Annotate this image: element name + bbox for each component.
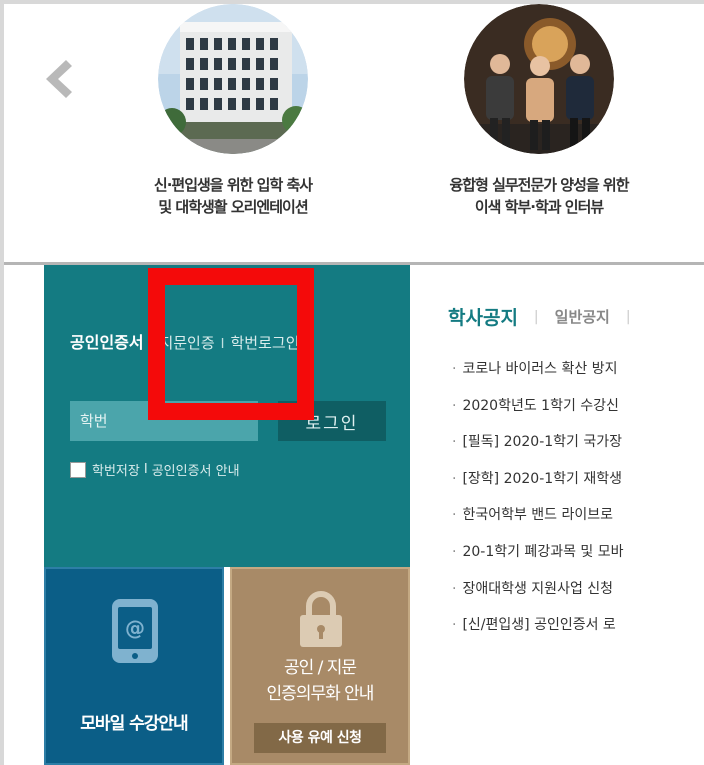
list-item[interactable]: · 장애대학생 지원사업 신청: [452, 578, 704, 615]
tab-academic-notice[interactable]: 학사공지: [448, 303, 518, 330]
save-id-checkbox[interactable]: [70, 461, 86, 478]
tab-general-notice[interactable]: 일반공지: [555, 306, 610, 327]
mobile-registration-tile[interactable]: @ 모바일 수강안내: [44, 567, 224, 765]
interview-people-photo: [464, 4, 614, 154]
slide-caption-line2: 이색 학부·학과 인터뷰: [474, 198, 604, 216]
carousel-prev-button[interactable]: [40, 56, 74, 102]
list-item[interactable]: · 한국어학부 밴드 라이브로: [452, 504, 704, 541]
tab-certificate-login[interactable]: 공인인증서: [70, 333, 144, 352]
svg-text:@: @: [125, 616, 145, 640]
link-separator: I: [143, 462, 148, 477]
tab-separator: |: [533, 308, 539, 325]
slide-caption-line2: 및 대학생활 오리엔테이션: [158, 198, 308, 216]
certificate-notice-tile[interactable]: 공인 / 지문 인증의무화 안내 사용 유예 신청: [230, 567, 410, 765]
notice-list: · 코로나 바이러스 확산 방지 · 2020학년도 1학기 수강신 · [필독] 2…: [452, 358, 704, 651]
list-item[interactable]: · 2020학년도 1학기 수강신: [452, 395, 704, 432]
list-item[interactable]: · [장학] 2020-1학기 재학생: [452, 468, 704, 505]
slide-caption-line1: 신·편입생을 위한 입학 축사: [153, 176, 313, 194]
deferral-apply-button[interactable]: 사용 유예 신청: [254, 723, 386, 753]
slide-caption-line1: 융합형 실무전문가 양성을 위한: [449, 176, 629, 194]
news-carousel: 신·편입생을 위한 입학 축사 및 대학생활 오리엔테이션 융합형 실무전문가 …: [4, 4, 704, 262]
cert-tile-line2: 인증의무화 안내: [266, 684, 375, 704]
carousel-slide-interview[interactable]: 융합형 실무전문가 양성을 위한 이색 학부·학과 인터뷰: [404, 4, 674, 218]
campus-building-photo: [158, 4, 308, 154]
list-item[interactable]: · 코로나 바이러스 확산 방지: [452, 358, 704, 395]
mobile-tile-label: 모바일 수강안내: [80, 714, 188, 734]
cert-tile-line1: 공인 / 지문: [283, 658, 357, 678]
highlight-box: [148, 268, 314, 420]
lock-icon: [300, 591, 342, 647]
mobile-phone-icon: @: [112, 599, 158, 663]
save-id-label[interactable]: 학번저장: [92, 460, 140, 479]
save-id-row: 학번저장 I 공인인증서 안내: [70, 460, 240, 479]
certificate-guide-link[interactable]: 공인인증서 안내: [152, 460, 240, 479]
list-item[interactable]: · 20-1학기 폐강과목 및 모바: [452, 541, 704, 578]
tab-separator: |: [625, 308, 631, 325]
list-item[interactable]: · [필독] 2020-1학기 국가장: [452, 431, 704, 468]
list-item[interactable]: · [신/편입생] 공인인증서 로: [452, 614, 704, 651]
carousel-slide-orientation[interactable]: 신·편입생을 위한 입학 축사 및 대학생활 오리엔테이션: [100, 4, 366, 218]
notice-tabs: 학사공지 | 일반공지 |: [448, 303, 631, 330]
chevron-left-icon: [46, 60, 72, 98]
